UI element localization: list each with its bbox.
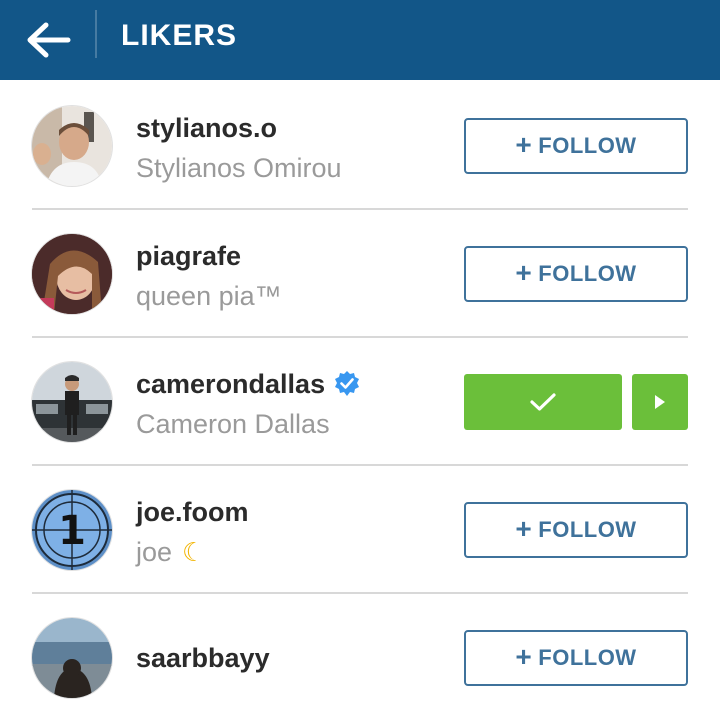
profile-photo [32,362,112,442]
follow-button[interactable]: + FOLLOW [464,502,688,558]
profile-photo [32,618,112,698]
triangle-right-icon [655,395,665,409]
list-item[interactable]: 1 joe.foom joe ☾ + FOLLOW [0,466,720,594]
plus-icon: + [515,513,533,544]
user-text: joe.foom joe ☾ [136,494,249,570]
full-name: joe ☾ [136,534,249,570]
avatar[interactable] [32,618,112,698]
avatar[interactable] [32,106,112,186]
plus-icon: + [515,129,533,160]
back-button[interactable] [20,12,76,68]
plus-icon: + [515,641,533,672]
username[interactable]: camerondallas [136,366,361,402]
user-text: stylianos.o Stylianos Omirou [136,110,342,186]
moon-icon: ☾ [182,536,206,567]
follow-label: FOLLOW [538,133,637,158]
follow-button[interactable]: + FOLLOW [464,630,688,686]
header-divider [95,10,97,58]
follow-button[interactable]: + FOLLOW [464,246,688,302]
checkmark-icon [530,393,556,411]
avatar[interactable] [32,362,112,442]
user-text: piagrafe queen pia™ [136,238,282,314]
follow-label: FOLLOW [538,261,637,286]
follow-label: FOLLOW [538,517,637,542]
username[interactable]: stylianos.o [136,110,342,146]
username[interactable]: saarbbayy [136,640,270,676]
username[interactable]: joe.foom [136,494,249,530]
profile-photo: 1 [32,490,112,570]
avatar[interactable] [32,234,112,314]
list-item[interactable]: saarbbayy + FOLLOW [0,594,720,722]
full-name-text: joe [136,536,173,567]
list-item[interactable]: piagrafe queen pia™ + FOLLOW [0,210,720,338]
follow-label: FOLLOW [538,645,637,670]
user-text: camerondallas Cameron Dallas [136,366,361,442]
full-name: queen pia™ [136,280,282,311]
avatar[interactable]: 1 [32,490,112,570]
svg-text:1: 1 [58,508,86,554]
verified-badge-icon [335,371,360,396]
user-text: saarbbayy [136,640,270,676]
plus-icon: + [515,257,533,288]
profile-photo [32,234,112,314]
list-item[interactable]: camerondallas Cameron Dallas [0,338,720,466]
top-bar: LIKERS [0,0,720,80]
likers-list: stylianos.o Stylianos Omirou + FOLLOW pi… [0,82,720,722]
suggested-users-button[interactable] [632,374,688,430]
username-text: camerondallas [136,368,326,399]
back-arrow-icon [27,22,71,58]
following-button[interactable] [464,374,622,430]
full-name: Stylianos Omirou [136,152,342,183]
username[interactable]: piagrafe [136,238,282,274]
profile-photo [32,106,112,186]
page-title: LIKERS [121,19,238,52]
follow-button[interactable]: + FOLLOW [464,118,688,174]
full-name: Cameron Dallas [136,408,330,439]
list-item[interactable]: stylianos.o Stylianos Omirou + FOLLOW [0,82,720,210]
